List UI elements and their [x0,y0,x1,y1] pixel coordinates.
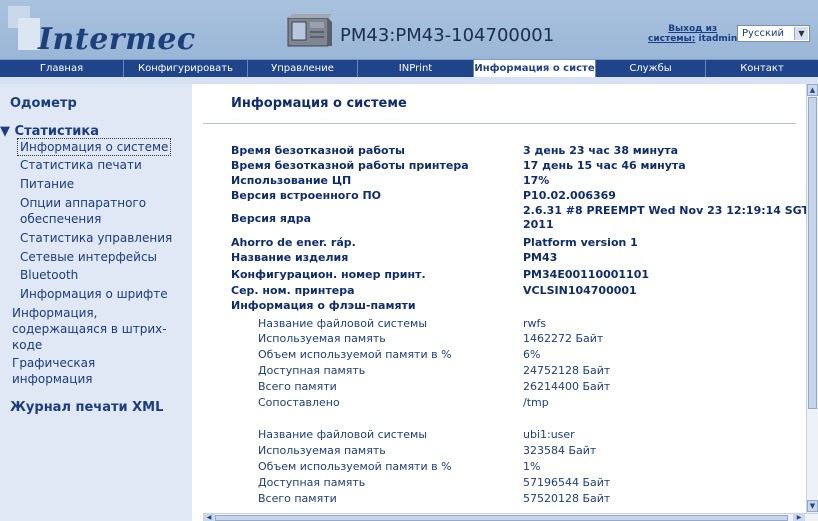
nav-strip [0,77,818,84]
logout-link[interactable]: Выход из системы: itadmin [648,24,737,44]
header-bar: Intermec PM43:PM43-104700001 Выход из си… [0,0,818,60]
nav-home[interactable]: Главная [0,60,124,77]
logo-squares [8,6,40,52]
fs-label: Используемая память [258,332,386,345]
info-value: 17 день 15 час 46 минута [523,159,686,172]
fs-label: Доступная память [258,364,366,377]
info-value: PM43 [523,251,558,264]
fs-value: 57520128 Байт [523,492,611,505]
printer-icon [287,14,332,47]
info-label: Сер. ном. принтера [231,284,355,297]
info-value: 2.6.31 #8 PREEMPT Wed Nov 23 12:19:14 SG… [523,204,806,217]
sidebar-item-hardware-options-2[interactable]: обеспечения [20,211,101,227]
info-value: PM34E00110001101 [523,268,650,281]
fs-label: Сопоставлено [258,396,340,409]
scroll-left-icon[interactable]: ◀ [203,514,215,521]
fs-label: Название файловой системы [258,428,428,441]
fs-label: Всего памяти [258,380,337,393]
fs-value: rwfs [523,317,547,330]
sidebar: Одометр ▼ Статистика Информация о систем… [0,84,192,521]
sidebar-item-system-info[interactable]: Информация о системе [17,138,172,156]
fs-value: 6% [523,348,541,361]
info-label: Версия встроенного ПО [231,189,382,202]
fs-value: 26214400 Байт [523,380,611,393]
sidebar-item-management-stats[interactable]: Статистика управления [20,230,172,246]
nav-configure[interactable]: Конфигурировать [124,60,248,77]
info-label: Конфигурацион. номер принт. [231,268,426,281]
scroll-thumb[interactable] [808,97,817,409]
hscroll-thumb[interactable] [215,515,788,521]
intermec-logo: Intermec [38,22,196,57]
sidebar-item-font-info[interactable]: Информация о шрифте [20,286,168,302]
chevron-down-icon[interactable]: ▼ [794,27,808,40]
sidebar-item-barcode-info-3[interactable]: коде [12,337,42,353]
main-nav: Главная Конфигурировать Управление INPri… [0,60,818,77]
sidebar-item-hardware-options[interactable]: Опции аппаратного [20,195,146,211]
fs-value: 1462272 Байт [523,332,604,345]
horizontal-scrollbar[interactable]: ◀ ▶ [203,513,818,521]
scroll-down-icon[interactable]: ▼ [807,500,818,512]
fs-value: /tmp [523,396,549,409]
sidebar-item-graphics-info[interactable]: Графическая [12,355,95,371]
fs-label: Используемая память [258,444,386,457]
sidebar-item-bluetooth[interactable]: Bluetooth [20,267,78,283]
language-select[interactable]: Русский ▼ [737,25,810,42]
sidebar-item-barcode-info[interactable]: Информация, [12,305,97,321]
sidebar-item-graphics-info-2[interactable]: информация [12,371,92,387]
info-value: 3 день 23 час 38 минута [523,144,679,157]
fs-label: Объем используемой памяти в % [258,460,452,473]
fs-value: 1% [523,460,541,473]
divider [203,123,796,124]
sidebar-odometer[interactable]: Одометр [10,96,77,112]
fs-label: Доступная память [258,476,366,489]
sidebar-xml-log[interactable]: Журнал печати XML [10,400,163,416]
info-value-cont: 2011 [523,218,554,231]
info-label: Название изделия [231,251,349,264]
fs-label: Название файловой системы [258,317,428,330]
fs-value: ubi1:user [523,428,575,441]
flash-header: Информация о флэш-памяти [231,299,416,312]
info-value: P10.02.006369 [523,189,616,202]
page-title: Информация о системе [231,96,407,111]
nav-system-info[interactable]: Информация о систе [474,60,596,77]
info-label: Время безотказной работы принтера [231,159,469,172]
sidebar-item-print-stats[interactable]: Статистика печати [20,157,142,173]
fs-value: 24752128 Байт [523,364,611,377]
info-value: 17% [523,174,550,187]
main-content: Информация о системе Время безотказной р… [203,84,806,513]
sidebar-item-barcode-info-2[interactable]: содержащаяся в штрих- [12,321,167,337]
logout-user: itadmin [698,34,738,44]
fs-value: 323584 Байт [523,444,597,457]
sidebar-item-network-interfaces[interactable]: Сетевые интерфейсы [20,249,157,265]
nav-contact[interactable]: Контакт [706,60,818,77]
info-label: Использование ЦП [231,174,352,187]
printer-name: PM43:PM43-104700001 [340,25,555,46]
fs-label: Объем используемой памяти в % [258,348,452,361]
nav-management[interactable]: Управление [248,60,358,77]
language-value: Русский [742,28,784,39]
sidebar-item-power[interactable]: Питание [20,176,74,192]
info-value: Platform version 1 [523,236,638,249]
logout-line2[interactable]: системы: [648,34,695,44]
fs-value: 57196544 Байт [523,476,611,489]
nav-inprint[interactable]: INPrint [358,60,474,77]
info-label: Время безотказной работы [231,144,405,157]
scroll-right-icon[interactable]: ▶ [793,514,805,521]
info-label: Ahorro de ener. ráp. [231,236,356,249]
info-value: VCLSIN104700001 [523,284,637,297]
logout-line1[interactable]: Выход из [668,24,717,34]
info-label: Версия ядра [231,212,312,225]
scroll-up-icon[interactable]: ▲ [807,84,818,96]
nav-services[interactable]: Службы [596,60,706,77]
fs-label: Всего памяти [258,492,337,505]
vertical-scrollbar[interactable]: ▲ ▼ [806,84,818,513]
